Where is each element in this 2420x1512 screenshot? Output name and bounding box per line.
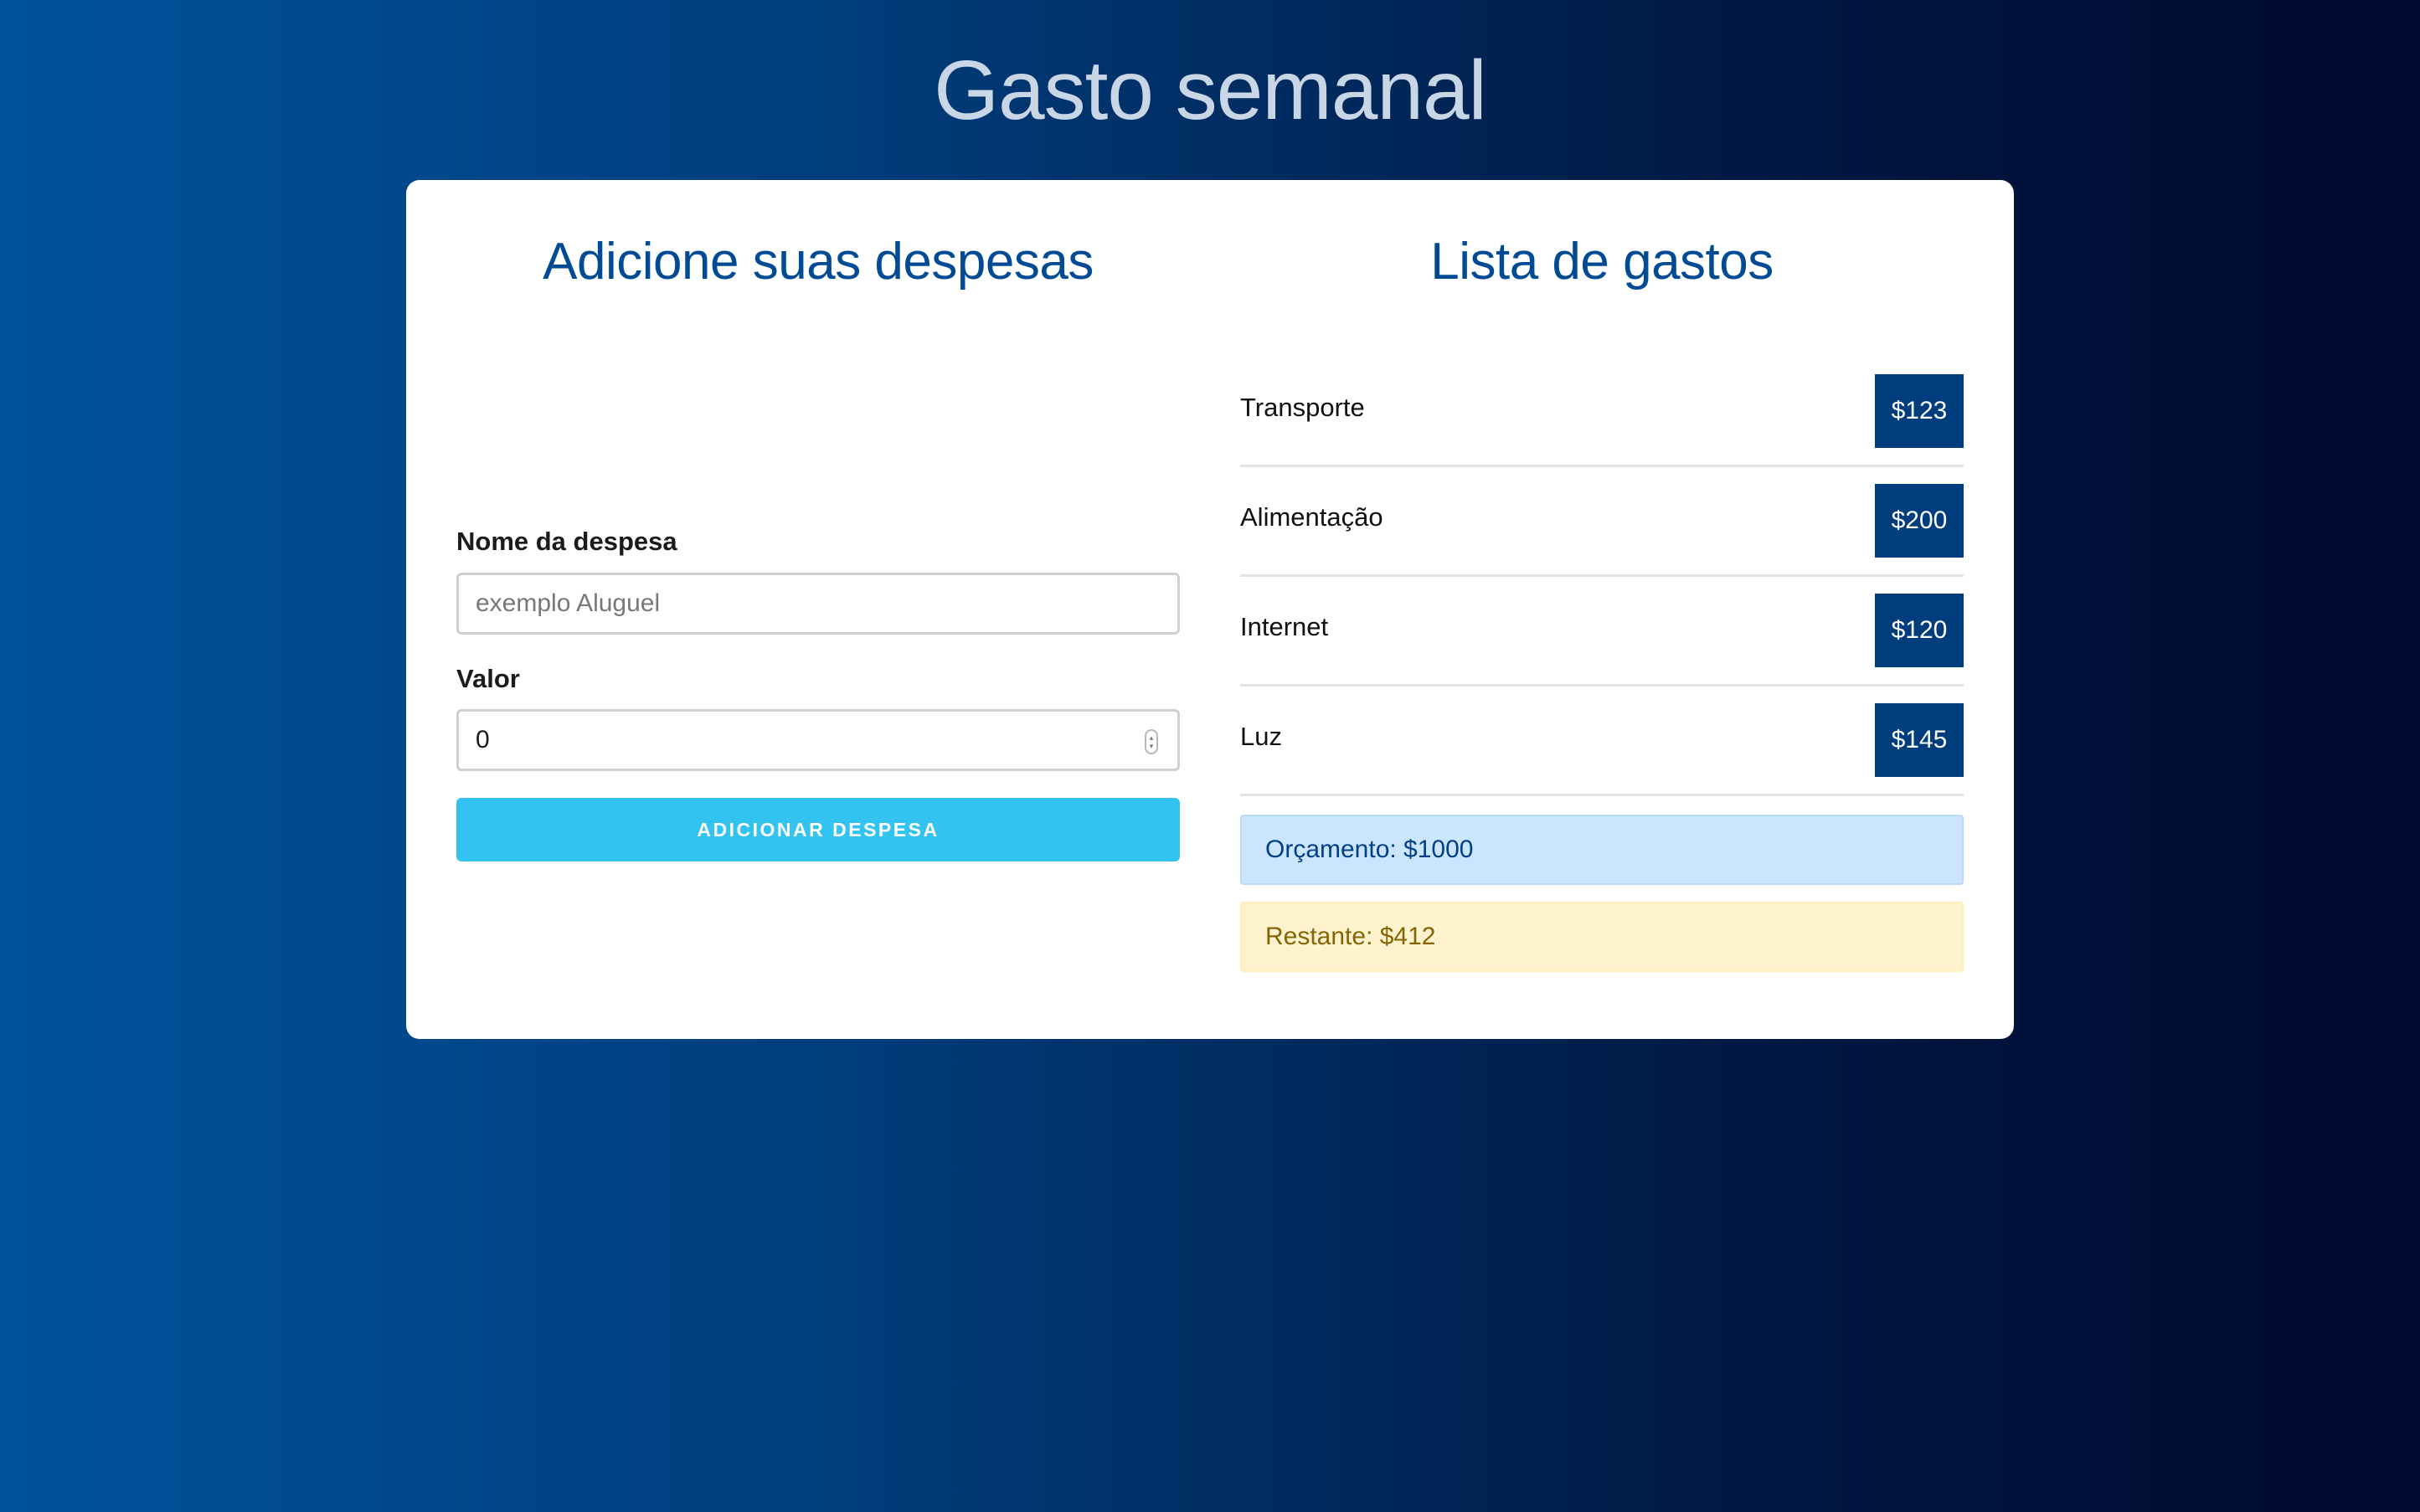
expense-list: Transporte $123 Alimentação $200 Interne… bbox=[1240, 357, 1964, 796]
list-item: Luz $145 bbox=[1240, 687, 1964, 796]
list-heading: Lista de gastos bbox=[1430, 233, 1774, 291]
expense-item-name: Luz bbox=[1240, 722, 1282, 751]
stepper-down-icon[interactable]: ▾ bbox=[1150, 742, 1154, 750]
stepper-arrows-icon[interactable]: ▴ ▾ bbox=[1145, 729, 1158, 754]
form-heading: Adicione suas despesas bbox=[543, 233, 1094, 291]
expense-name-label: Nome da despesa bbox=[456, 527, 677, 556]
list-item: Internet $120 bbox=[1240, 577, 1964, 687]
main-card: Adicione suas despesas Nome da despesa V… bbox=[406, 180, 2014, 1039]
expense-amount-badge: $120 bbox=[1875, 594, 1964, 667]
amount-field-wrapper: ▴ ▾ bbox=[456, 709, 1180, 771]
add-expense-button[interactable]: ADICIONAR DESPESA bbox=[456, 798, 1180, 861]
amount-label: Valor bbox=[456, 664, 520, 693]
expense-item-name: Transporte bbox=[1240, 393, 1365, 422]
remaining-alert: Restante: $412 bbox=[1240, 902, 1964, 972]
list-item: Transporte $123 bbox=[1240, 357, 1964, 467]
list-item: Alimentação $200 bbox=[1240, 467, 1964, 577]
page-title: Gasto semanal bbox=[934, 44, 1487, 137]
expense-item-name: Alimentação bbox=[1240, 502, 1383, 532]
expense-amount-badge: $200 bbox=[1875, 484, 1964, 558]
expense-name-input[interactable] bbox=[456, 573, 1180, 635]
amount-input[interactable] bbox=[456, 709, 1180, 771]
expense-amount-badge: $123 bbox=[1875, 374, 1964, 448]
stepper-up-icon[interactable]: ▴ bbox=[1150, 733, 1154, 742]
budget-alert: Orçamento: $1000 bbox=[1240, 815, 1964, 885]
expense-amount-badge: $145 bbox=[1875, 703, 1964, 777]
expense-item-name: Internet bbox=[1240, 612, 1329, 641]
